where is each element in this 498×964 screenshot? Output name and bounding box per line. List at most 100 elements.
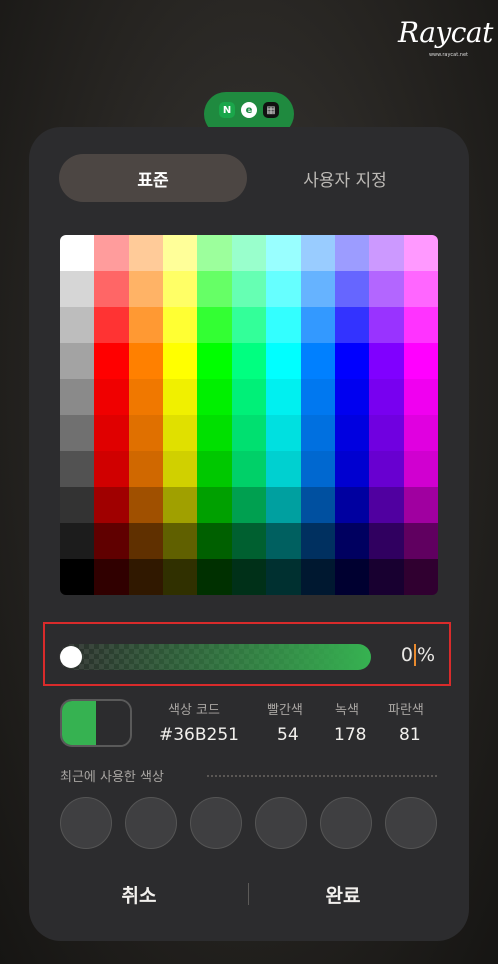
color-cell[interactable] xyxy=(197,379,232,415)
color-cell[interactable] xyxy=(334,523,370,559)
color-cell[interactable] xyxy=(300,271,335,307)
recent-color-slot[interactable] xyxy=(255,797,307,849)
color-cell[interactable] xyxy=(128,307,164,343)
color-cell[interactable] xyxy=(94,379,129,415)
color-cell[interactable] xyxy=(60,451,95,487)
color-cell[interactable] xyxy=(94,307,129,343)
color-cell[interactable] xyxy=(300,451,335,487)
color-cell[interactable] xyxy=(369,559,404,595)
color-cell[interactable] xyxy=(369,271,404,307)
color-cell[interactable] xyxy=(94,343,129,379)
color-cell[interactable] xyxy=(197,523,232,559)
color-cell[interactable] xyxy=(94,271,129,307)
color-cell[interactable] xyxy=(163,451,198,487)
color-cell[interactable] xyxy=(403,271,438,307)
tab-custom[interactable]: 사용자 지정 xyxy=(251,154,439,202)
color-cell[interactable] xyxy=(369,451,404,487)
color-cell[interactable] xyxy=(163,235,198,271)
recent-color-slot[interactable] xyxy=(125,797,177,849)
color-cell[interactable] xyxy=(300,559,335,595)
opacity-value[interactable]: 0% xyxy=(401,644,435,666)
color-cell[interactable] xyxy=(128,271,164,307)
color-cell[interactable] xyxy=(128,523,164,559)
color-cell[interactable] xyxy=(369,415,404,451)
color-cell[interactable] xyxy=(197,415,232,451)
color-cell[interactable] xyxy=(94,451,129,487)
hex-field[interactable]: #36B251 xyxy=(159,725,239,745)
color-cell[interactable] xyxy=(163,271,198,307)
color-cell[interactable] xyxy=(231,523,267,559)
color-cell[interactable] xyxy=(334,235,370,271)
color-cell[interactable] xyxy=(163,415,198,451)
cancel-button[interactable]: 취소 xyxy=(39,867,239,921)
green-field[interactable]: 178 xyxy=(334,725,366,745)
color-cell[interactable] xyxy=(60,343,95,379)
done-button[interactable]: 완료 xyxy=(243,867,443,921)
color-cell[interactable] xyxy=(94,415,129,451)
color-cell[interactable] xyxy=(231,379,267,415)
color-cell[interactable] xyxy=(60,235,95,271)
color-cell[interactable] xyxy=(128,415,164,451)
color-cell[interactable] xyxy=(369,379,404,415)
color-cell[interactable] xyxy=(128,451,164,487)
color-cell[interactable] xyxy=(266,451,301,487)
color-cell[interactable] xyxy=(266,559,301,595)
color-cell[interactable] xyxy=(60,307,95,343)
color-cell[interactable] xyxy=(128,487,164,523)
color-cell[interactable] xyxy=(334,451,370,487)
color-cell[interactable] xyxy=(403,487,438,523)
color-cell[interactable] xyxy=(300,415,335,451)
color-cell[interactable] xyxy=(403,451,438,487)
color-cell[interactable] xyxy=(60,271,95,307)
blue-field[interactable]: 81 xyxy=(399,725,421,745)
color-cell[interactable] xyxy=(300,343,335,379)
opacity-slider-track[interactable] xyxy=(59,644,371,670)
color-cell[interactable] xyxy=(60,487,95,523)
color-cell[interactable] xyxy=(94,235,129,271)
color-cell[interactable] xyxy=(231,343,267,379)
color-cell[interactable] xyxy=(369,487,404,523)
color-cell[interactable] xyxy=(197,487,232,523)
color-cell[interactable] xyxy=(60,559,95,595)
color-cell[interactable] xyxy=(369,307,404,343)
color-cell[interactable] xyxy=(163,343,198,379)
color-cell[interactable] xyxy=(60,379,95,415)
color-cell[interactable] xyxy=(334,271,370,307)
color-cell[interactable] xyxy=(266,415,301,451)
color-cell[interactable] xyxy=(369,343,404,379)
color-cell[interactable] xyxy=(231,235,267,271)
color-cell[interactable] xyxy=(231,451,267,487)
opacity-slider-thumb[interactable] xyxy=(60,646,82,668)
color-cell[interactable] xyxy=(300,487,335,523)
color-cell[interactable] xyxy=(266,379,301,415)
color-cell[interactable] xyxy=(231,559,267,595)
color-cell[interactable] xyxy=(334,487,370,523)
recent-color-slot[interactable] xyxy=(320,797,372,849)
color-cell[interactable] xyxy=(403,343,438,379)
color-cell[interactable] xyxy=(300,523,335,559)
color-cell[interactable] xyxy=(231,271,267,307)
color-cell[interactable] xyxy=(334,343,370,379)
color-cell[interactable] xyxy=(266,235,301,271)
color-cell[interactable] xyxy=(334,379,370,415)
color-cell[interactable] xyxy=(94,559,129,595)
color-cell[interactable] xyxy=(163,523,198,559)
color-cell[interactable] xyxy=(128,559,164,595)
color-cell[interactable] xyxy=(231,307,267,343)
color-cell[interactable] xyxy=(163,307,198,343)
color-cell[interactable] xyxy=(369,523,404,559)
color-cell[interactable] xyxy=(334,307,370,343)
color-cell[interactable] xyxy=(300,235,335,271)
color-cell[interactable] xyxy=(163,559,198,595)
recent-color-slot[interactable] xyxy=(190,797,242,849)
color-cell[interactable] xyxy=(163,379,198,415)
color-cell[interactable] xyxy=(266,307,301,343)
color-cell[interactable] xyxy=(403,523,438,559)
color-cell[interactable] xyxy=(334,415,370,451)
color-cell[interactable] xyxy=(231,415,267,451)
color-cell[interactable] xyxy=(369,235,404,271)
color-cell[interactable] xyxy=(197,451,232,487)
color-cell[interactable] xyxy=(266,487,301,523)
color-cell[interactable] xyxy=(334,559,370,595)
recent-color-slot[interactable] xyxy=(385,797,437,849)
